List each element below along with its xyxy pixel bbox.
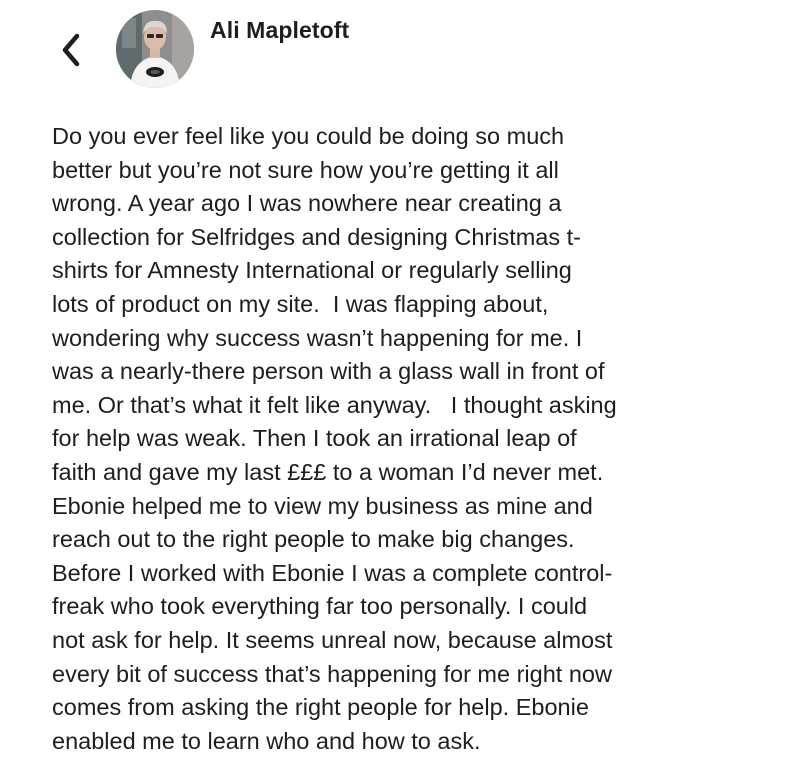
avatar[interactable] [116,10,194,88]
post-text-line: was a nearly-there person with a glass w… [52,358,605,385]
back-button[interactable] [56,30,90,70]
post-text-line: freak who took everything far too person… [52,593,588,620]
post-text-line: every bit of success that’s happening fo… [52,660,612,687]
post-text-line: enabled me to learn who and how to ask. [52,727,481,754]
post-text-line: comes from asking the right people for h… [52,694,589,721]
post-text-line: shirts for Amnesty International or regu… [52,257,572,284]
post-text: Do you ever feel like you could be doing… [52,120,752,758]
post-text-line: faith and gave my last £££ to a woman I’… [52,458,604,485]
post-text-line: Do you ever feel like you could be doing… [52,123,565,149]
post-text-line: collection for Selfridges and designing … [52,223,582,250]
avatar-photo [116,10,194,88]
post-text-line: wondering why success wasn’t happening f… [52,324,583,351]
post-text-line: wrong. A year ago I was nowhere near cre… [52,190,562,217]
post-text-line: Ebonie helped me to view my business as … [52,492,593,519]
post-header: Ali Mapletoft [0,0,800,100]
post-text-line: me. Or that’s what it felt like anyway. … [52,391,617,418]
post-text-line: not ask for help. It seems unreal now, b… [52,626,613,653]
post-text-line: for help was weak. Then I took an irrati… [52,425,577,452]
post-text-line: better but you’re not sure how you’re ge… [52,156,559,183]
chevron-left-icon [62,33,80,67]
post-text-line: Before I worked with Ebonie I was a comp… [52,559,613,586]
author-name[interactable]: Ali Mapletoft [210,17,349,44]
post-text-line: reach out to the right people to make bi… [52,526,575,553]
post-text-line: lots of product on my site. I was flappi… [52,290,549,317]
